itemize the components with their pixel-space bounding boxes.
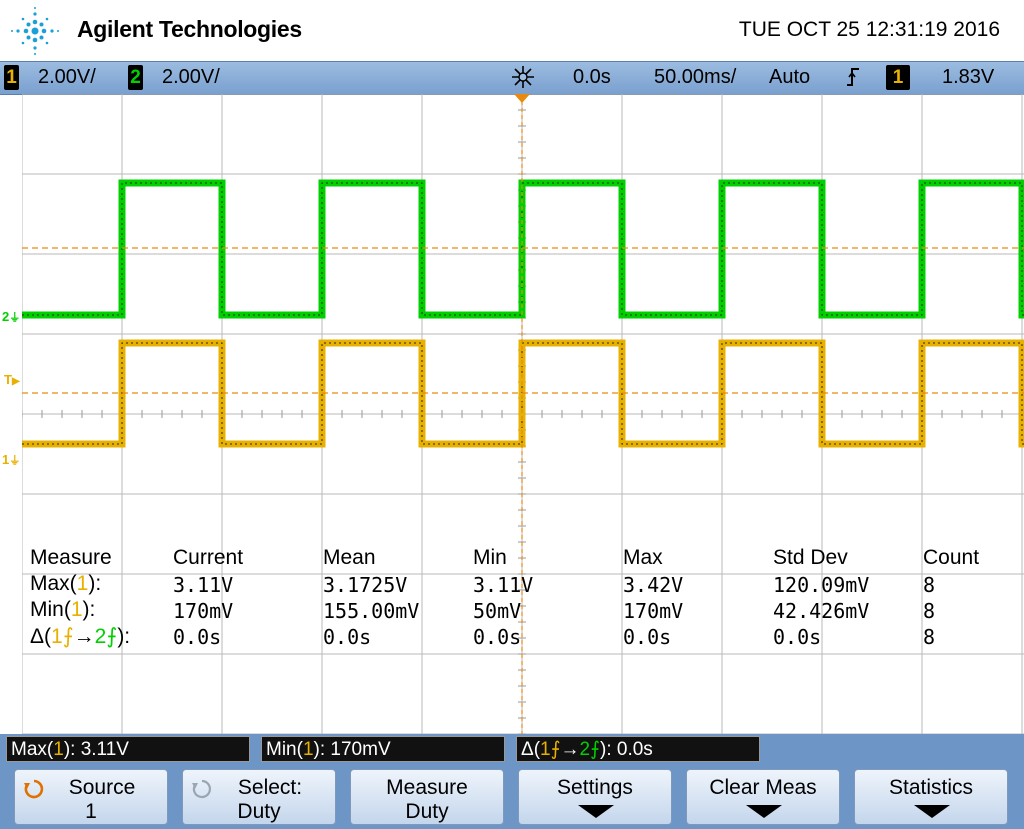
submenu-arrow-icon <box>746 805 782 818</box>
max-min: 3.11V <box>473 573 534 597</box>
min-mean: 155.00mV <box>323 599 420 623</box>
max-count: 8 <box>923 573 936 597</box>
ch1-ground-indicator[interactable]: 1⏚ <box>2 452 20 468</box>
ch1-scale[interactable]: 2.00V/ <box>38 66 96 89</box>
delay-icon <box>510 64 536 96</box>
col-header-mean: Mean <box>323 546 376 569</box>
clear-meas-softkey[interactable]: Clear Meas <box>686 769 840 825</box>
delay-min: 0.0s <box>473 625 522 649</box>
min-current: 170mV <box>173 599 234 623</box>
max-max: 3.42V <box>623 573 684 597</box>
ch2-ground-indicator[interactable]: 2⏚ <box>2 309 20 325</box>
ch2-scale[interactable]: 2.00V/ <box>162 66 220 89</box>
col-header-stddev: Std Dev <box>773 546 848 569</box>
ch1-badge[interactable]: 1 <box>4 65 19 90</box>
trigger-level[interactable]: 1.83V <box>942 66 994 89</box>
delay-stddev: 0.0s <box>773 625 822 649</box>
col-header-min: Min <box>473 546 507 569</box>
delay-max: 0.0s <box>623 625 672 649</box>
statistics-softkey[interactable]: Statistics <box>854 769 1008 825</box>
trigger-level-indicator[interactable]: T▶ <box>4 372 20 387</box>
date-time: TUE OCT 25 12:31:19 2016 <box>738 18 1000 41</box>
ch2-waveform <box>22 179 1024 319</box>
softkey-bar: Source 1 Select: Duty Measure Duty Setti… <box>0 764 1024 829</box>
timebase-value[interactable]: 50.00ms/ <box>654 66 736 89</box>
max-current: 3.11V <box>173 573 234 597</box>
col-header-measure: Measure <box>30 546 112 569</box>
delay-marker-icon[interactable] <box>514 94 530 103</box>
readout-max[interactable]: Max(1): 3.11V <box>6 736 250 762</box>
trigger-mode[interactable]: Auto <box>769 66 810 89</box>
row-label-max: Max(1): <box>30 572 102 595</box>
col-header-count: Count <box>923 546 980 569</box>
header: Agilent Technologies TUE OCT 25 12:31:19… <box>0 0 1024 60</box>
delay-value[interactable]: 0.0s <box>573 66 611 89</box>
ch2-badge[interactable]: 2 <box>128 65 143 90</box>
measure-softkey[interactable]: Measure Duty <box>350 769 504 825</box>
trigger-source-badge[interactable]: 1 <box>886 65 910 90</box>
delay-mean: 0.0s <box>323 625 372 649</box>
readout-min[interactable]: Min(1): 170mV <box>261 736 505 762</box>
min-stddev: 42.426mV <box>773 599 870 623</box>
agilent-logo-icon <box>11 7 59 55</box>
col-header-max: Max <box>623 546 663 569</box>
source-softkey[interactable]: Source 1 <box>14 769 168 825</box>
delay-count: 8 <box>923 625 936 649</box>
row-label-delay: Δ(1⨍→2⨍): <box>30 625 131 648</box>
min-count: 8 <box>923 599 936 623</box>
settings-softkey[interactable]: Settings <box>518 769 672 825</box>
min-max: 170mV <box>623 599 684 623</box>
min-min: 50mV <box>473 599 522 623</box>
max-stddev: 120.09mV <box>773 573 870 597</box>
submenu-arrow-icon <box>914 805 950 818</box>
status-bar: 1 2.00V/ 2 2.00V/ 0.0s 50.00ms/ Auto 1 1… <box>0 61 1024 95</box>
max-mean: 3.1725V <box>323 573 408 597</box>
delay-current: 0.0s <box>173 625 222 649</box>
col-header-current: Current <box>173 546 244 569</box>
measurement-readout-bar: Max(1): 3.11V Min(1): 170mV Δ(1⨍→2⨍): 0.… <box>0 734 1024 764</box>
select-softkey[interactable]: Select: Duty <box>182 769 336 825</box>
submenu-arrow-icon <box>578 805 614 818</box>
rising-edge-icon <box>846 66 860 94</box>
brand-name: Agilent Technologies <box>77 16 302 42</box>
row-label-min: Min(1): <box>30 598 96 621</box>
readout-delay[interactable]: Δ(1⨍→2⨍): 0.0s <box>516 736 760 762</box>
